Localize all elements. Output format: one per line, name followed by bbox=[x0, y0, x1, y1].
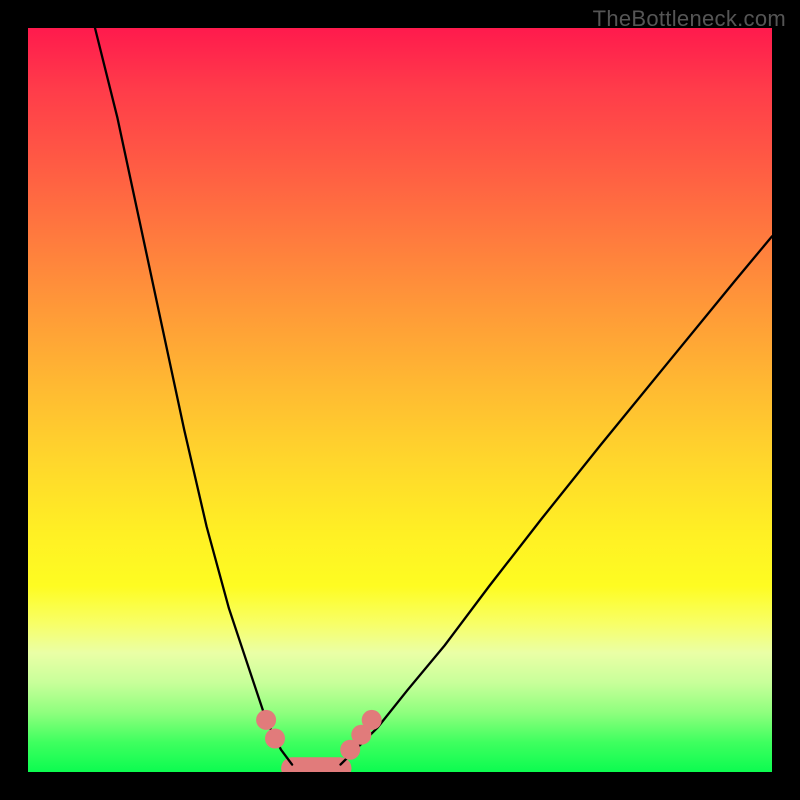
chart-frame: TheBottleneck.com bbox=[0, 0, 800, 800]
marker-dot bbox=[256, 710, 276, 730]
curve-right-branch bbox=[341, 236, 773, 764]
marker-dot bbox=[362, 710, 382, 730]
bottleneck-curve-chart bbox=[28, 28, 772, 772]
marker-dot bbox=[265, 729, 285, 749]
curve-left-branch bbox=[95, 28, 292, 765]
plot-area bbox=[28, 28, 772, 772]
watermark-text: TheBottleneck.com bbox=[593, 6, 786, 32]
